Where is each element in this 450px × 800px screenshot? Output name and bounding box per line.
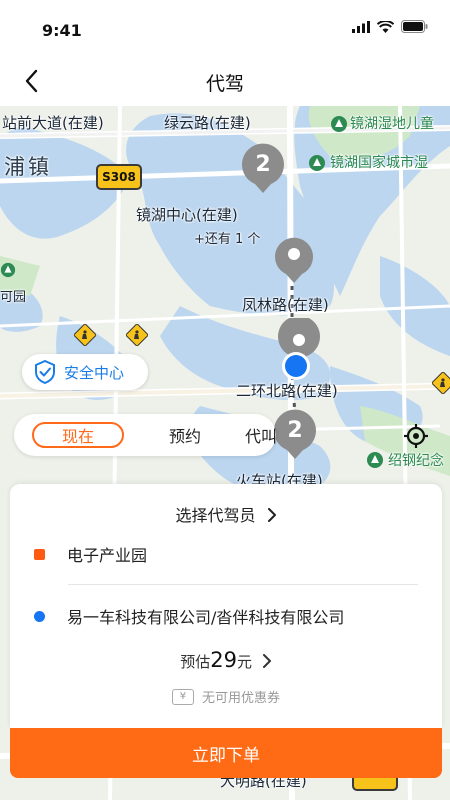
signal-icon (352, 20, 370, 33)
tab-reserve[interactable]: 预约 (150, 422, 220, 448)
order-card: 选择代驾员 电子产业园 易一车科技有限公司/沓伴科技有限公司 预估29元 ¥ 无… (10, 484, 442, 728)
page-title: 代驾 (205, 73, 244, 95)
map-pin-icon[interactable] (273, 234, 315, 284)
wifi-icon (377, 20, 394, 33)
poi-marker-icon (309, 155, 325, 171)
start-location-row[interactable]: 电子产业园 (34, 542, 418, 566)
map-label-fenglin-road: 凤林路(在建) (242, 296, 329, 314)
shield-check-icon (35, 360, 55, 384)
nav-bar: 代驾 (0, 56, 450, 106)
end-dot-icon (34, 610, 45, 622)
safety-center-button[interactable]: 安全中心 (22, 354, 148, 390)
map-label-more: +还有 1 个 (194, 232, 261, 247)
construction-icon (74, 324, 96, 346)
construction-icon (432, 372, 450, 394)
current-location-icon (282, 352, 310, 380)
end-location-row[interactable]: 易一车科技有限公司/沓伴科技有限公司 (34, 604, 418, 628)
map-label-lvyun-road: 绿云路(在建) (164, 114, 251, 132)
select-driver-button[interactable]: 选择代驾员 (10, 502, 442, 526)
map-label-pu-town: 浦镇 (4, 155, 52, 179)
price-estimate[interactable]: 预估29元 (10, 648, 442, 672)
coupon-label: 无可用优惠券 (201, 691, 280, 706)
poi-marker-icon (331, 116, 347, 132)
poi-marker-icon (367, 452, 383, 468)
chevron-right-icon (262, 654, 271, 668)
construction-icon (126, 324, 148, 346)
tab-now[interactable]: 现在 (32, 422, 124, 448)
cluster-count: 2 (255, 152, 271, 177)
status-icons (352, 20, 428, 33)
coupon-info[interactable]: ¥ 无可用优惠券 (10, 687, 442, 706)
select-driver-label: 选择代驾员 (175, 506, 256, 525)
poi-marker-icon (0, 262, 16, 278)
map-cluster-marker[interactable]: 2 (240, 142, 286, 194)
status-time: 9:41 (42, 21, 82, 40)
estimate-price: 29 (210, 648, 237, 672)
estimate-prefix: 预估 (180, 653, 211, 671)
estimate-unit: 元 (236, 653, 252, 671)
end-location: 易一车科技有限公司/沓伴科技有限公司 (67, 608, 345, 627)
chevron-right-icon (267, 508, 276, 522)
map-label-jinghu-center: 镜湖中心(在建) (136, 206, 238, 224)
mode-selector: 现在 预约 代叫 (14, 414, 277, 456)
road-badge-s308: S308 (96, 164, 142, 190)
map-label-he-road: 可园 (0, 290, 27, 305)
status-bar: 9:41 (0, 0, 450, 56)
coupon-symbol: ¥ (179, 691, 187, 702)
place-order-button[interactable]: 立即下单 (10, 728, 442, 778)
coupon-icon: ¥ (171, 688, 194, 705)
map-label-jinghu-wetland: 镜湖湿地儿童 (350, 116, 434, 132)
locate-button[interactable] (398, 418, 434, 454)
start-location: 电子产业园 (67, 546, 148, 565)
start-dot-icon (34, 548, 45, 560)
map-label-jinghu-park: 镜湖国家城市湿 (330, 155, 428, 171)
battery-icon (401, 20, 428, 33)
safety-center-label: 安全中心 (64, 363, 125, 382)
crosshair-icon (404, 424, 428, 448)
tab-call-for-others[interactable]: 代叫 (228, 422, 294, 448)
divider (68, 584, 418, 585)
map-label-second-ring-north: 二环北路(在建) (236, 382, 338, 400)
map-label-station-avenue: 站前大道(在建) (2, 114, 104, 132)
